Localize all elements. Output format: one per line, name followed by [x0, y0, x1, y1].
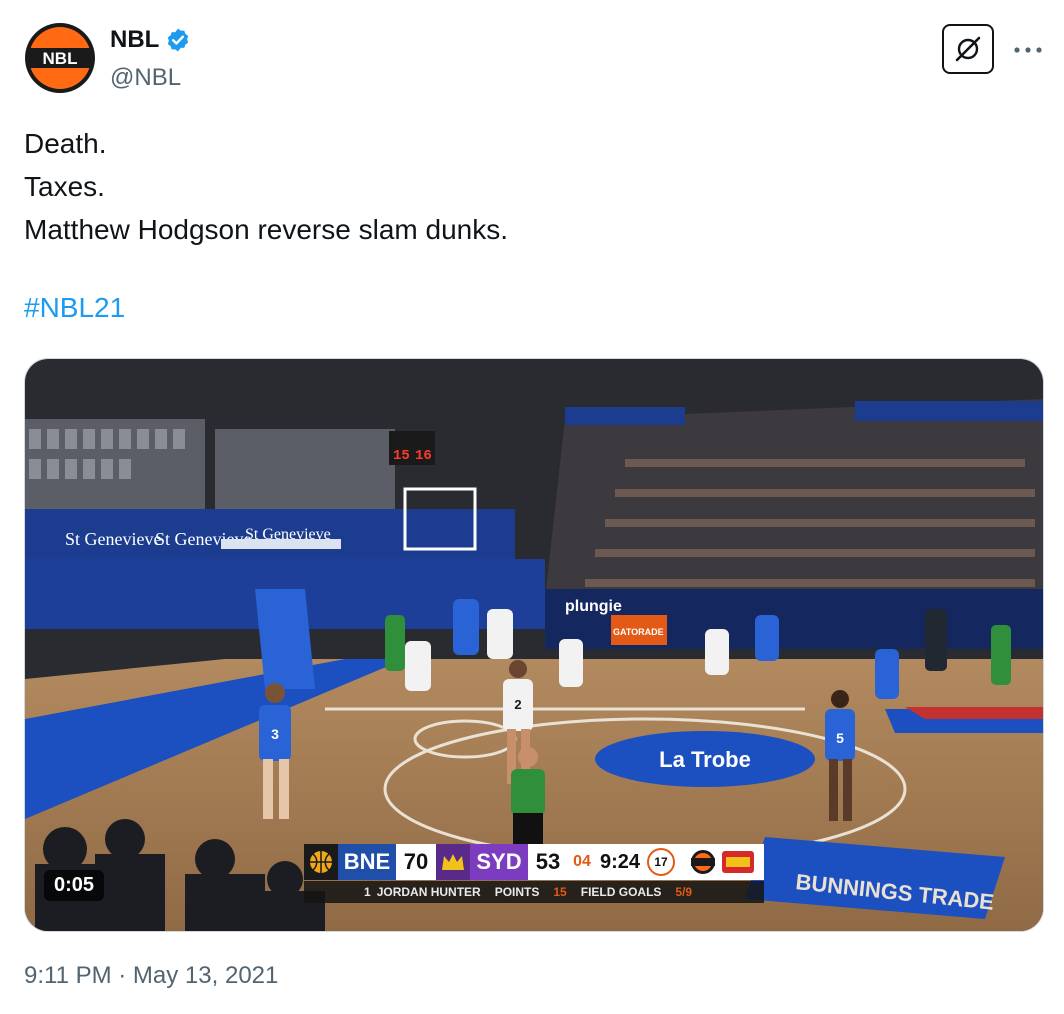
nbl-logo-icon: NBL	[25, 23, 95, 93]
shot-clock-display: 15	[393, 448, 410, 464]
more-icon	[1014, 47, 1042, 53]
scoreboard-overlay: BNE 70 SYD 53 04 9:24 17 1 JORDAN HUNTER…	[304, 844, 764, 904]
stat-label: POINTS	[494, 885, 540, 899]
game-clock: 9:24	[596, 844, 644, 880]
stat-value: 15	[553, 885, 567, 899]
jersey-number: 3	[271, 726, 279, 742]
shot-clock-value: 17	[647, 848, 675, 876]
hashtag-link[interactable]: #NBL21	[24, 292, 125, 324]
avatar-text: NBL	[43, 49, 78, 68]
jersey-number: 2	[514, 697, 521, 712]
verified-badge-icon	[165, 27, 191, 53]
home-score: 70	[396, 844, 436, 880]
player-number: 1	[364, 885, 371, 899]
basketball-icon	[304, 844, 338, 880]
league-logo-icon	[678, 844, 764, 880]
tweet-line: Taxes.	[24, 171, 105, 202]
author-display-name[interactable]: NBL	[110, 26, 191, 54]
tweet-line: Matthew Hodgson reverse slam dunks.	[24, 214, 508, 245]
crown-icon	[436, 844, 470, 880]
tweet-timestamp[interactable]: 9:11 PM · May 13, 2021	[24, 962, 278, 990]
grok-icon	[955, 36, 981, 62]
sponsor-banner: plungie	[565, 598, 622, 615]
stat-value: 5/9	[675, 885, 693, 899]
away-team-label: SYD	[470, 844, 528, 880]
tweet-line: Death.	[24, 128, 107, 159]
player-name: JORDAN HUNTER	[376, 885, 481, 899]
shot-clock-display: 16	[415, 448, 432, 464]
away-score: 53	[528, 844, 568, 880]
grok-button[interactable]	[942, 24, 994, 74]
display-name-text: NBL	[110, 26, 160, 53]
tweet-text: Death. Taxes. Matthew Hodgson reverse sl…	[24, 122, 508, 251]
sponsor-banner: GATORADE	[613, 627, 664, 637]
court-logo: La Trobe	[659, 747, 751, 772]
more-options-button[interactable]	[1010, 36, 1046, 64]
author-handle[interactable]: @NBL	[110, 64, 181, 92]
jersey-number: 5	[836, 730, 844, 746]
video-duration-badge: 0:05	[44, 870, 105, 901]
avatar[interactable]: NBL	[24, 22, 96, 94]
stat-label: FIELD GOALS	[580, 885, 662, 899]
sponsor-banner: St Genevieve	[65, 529, 161, 549]
home-team-label: BNE	[338, 844, 396, 880]
shot-clock: 17	[644, 844, 678, 880]
quarter-indicator: 04	[568, 844, 596, 880]
